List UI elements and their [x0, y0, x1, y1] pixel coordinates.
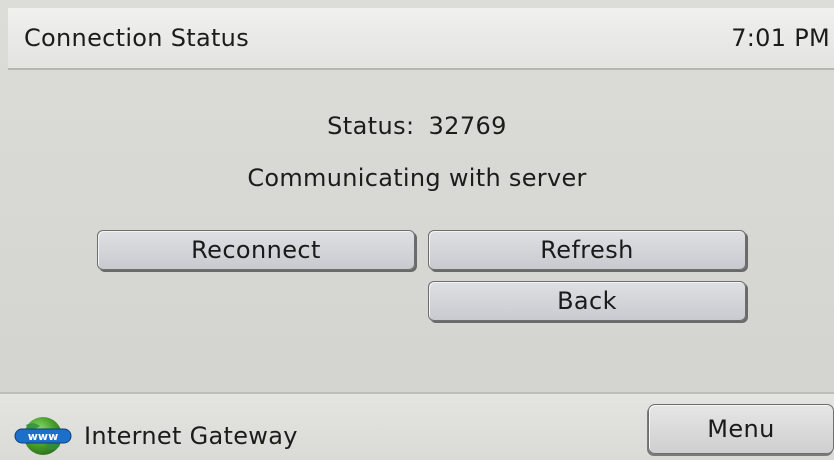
connection-status-screen: Connection Status 7:01 PM Status: 32769 C… [0, 0, 834, 460]
status-code: 32769 [428, 112, 507, 140]
title-bar: Connection Status 7:01 PM [8, 8, 834, 70]
reconnect-button[interactable]: Reconnect [97, 230, 415, 270]
back-button[interactable]: Back [428, 281, 746, 321]
status-label: Status: [327, 112, 415, 140]
page-title: Connection Status [24, 24, 250, 52]
refresh-button[interactable]: Refresh [428, 230, 746, 270]
internet-gateway-label: Internet Gateway [84, 422, 298, 450]
clock: 7:01 PM [731, 24, 830, 52]
footer-bar: www Internet Gateway Menu [0, 392, 834, 460]
globe-www-icon: www [14, 417, 72, 455]
menu-button[interactable]: Menu [648, 404, 834, 454]
status-line: Status: 32769 [0, 112, 834, 140]
svg-text:www: www [28, 430, 59, 443]
status-message: Communicating with server [247, 164, 587, 192]
